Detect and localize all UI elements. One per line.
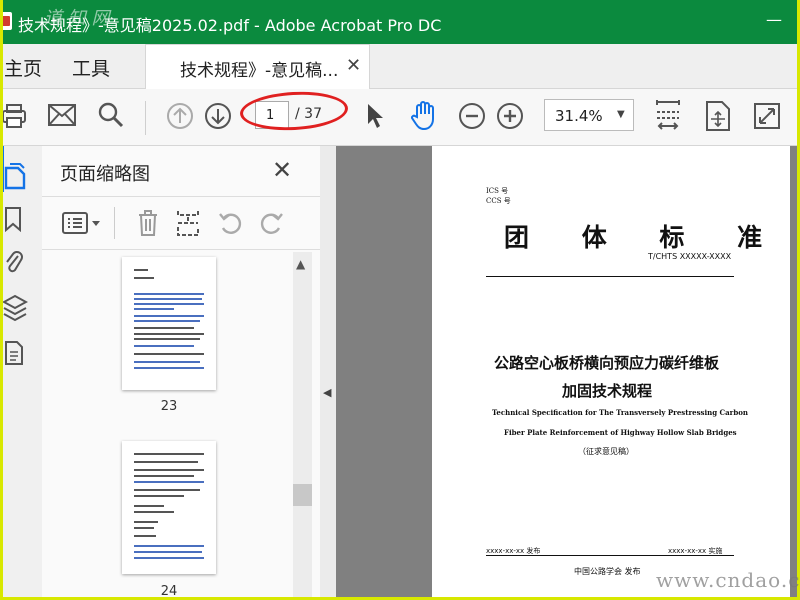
document-page: ICS 号 CCS 号 团 体 标 准 T/CHTS XXXXX-XXXX 公路… <box>432 146 790 600</box>
draft-label: （征求意见稿） <box>578 447 634 456</box>
frame-border-left <box>0 0 3 600</box>
zoom-in-icon[interactable] <box>496 102 524 130</box>
ics-number: ICS 号 <box>486 187 509 195</box>
page-thumbnail[interactable] <box>122 257 216 390</box>
standard-code: T/CHTS XXXXX-XXXX <box>648 252 732 261</box>
zoom-out-icon[interactable] <box>458 102 486 130</box>
fullscreen-icon[interactable] <box>754 103 780 129</box>
panel-toolbar <box>42 196 320 250</box>
doc-en-title-line1: Technical Specification for The Transver… <box>492 408 748 417</box>
attachment-icon[interactable] <box>4 248 24 280</box>
scroll-up-icon[interactable]: ▲ <box>296 257 305 271</box>
heading-rule <box>486 276 734 277</box>
page-thumbnail[interactable] <box>122 441 216 574</box>
navigation-rail <box>0 146 43 600</box>
footer-rule <box>486 555 734 556</box>
chevron-down-icon: ▼ <box>617 109 625 120</box>
menu-tools[interactable]: 工具 <box>72 54 110 81</box>
page-thumbnail-number: 23 <box>160 399 178 414</box>
publisher: 中国公路学会 发布 <box>574 567 641 576</box>
search-icon[interactable] <box>98 102 124 128</box>
document-tab[interactable]: 技术规程》-意见稿... ✕ <box>145 44 370 89</box>
panel-scrollbar[interactable] <box>293 252 312 600</box>
zoom-value: 31.4% <box>555 107 603 125</box>
bookmark-icon[interactable] <box>4 206 22 236</box>
collapse-arrow-icon: ◀ <box>323 386 332 399</box>
panel-close-icon[interactable]: ✕ <box>272 156 292 184</box>
page-thumbnails-icon[interactable] <box>4 162 26 194</box>
zoom-select[interactable]: 31.4% ▼ <box>544 99 634 131</box>
panel-title: 页面缩略图 <box>60 164 150 185</box>
document-properties-icon[interactable] <box>4 340 24 370</box>
toolbar <box>0 89 800 146</box>
menu-home[interactable]: 主页 <box>4 54 42 81</box>
layers-icon[interactable] <box>1 294 29 326</box>
standard-heading: 团 体 标 准 <box>504 223 785 252</box>
toolbar-separator <box>145 101 146 135</box>
doc-title-line2: 加固技术规程 <box>562 382 653 400</box>
page-down-icon[interactable] <box>204 102 232 130</box>
panel-toolbar-separator <box>114 207 115 239</box>
fit-page-icon[interactable] <box>654 98 682 132</box>
menu-row: 主页 工具 <box>0 44 800 89</box>
doc-en-title-line2: Fiber Plate Reinforcement of Highway Hol… <box>504 428 737 437</box>
watermark-bottom: www.cndao.com <box>656 568 800 592</box>
minimize-button[interactable]: — <box>766 10 782 29</box>
extract-icon[interactable] <box>176 209 200 241</box>
doc-title-line1: 公路空心板桥横向预应力碳纤维板 <box>494 354 720 372</box>
mail-icon[interactable] <box>48 104 76 126</box>
rotate-right-icon[interactable] <box>258 210 284 240</box>
hand-tool-icon[interactable] <box>408 99 440 131</box>
delete-icon[interactable] <box>136 209 160 241</box>
select-cursor-icon[interactable] <box>366 102 386 130</box>
document-tab-label: 技术规程》-意见稿... <box>180 61 339 81</box>
ccs-number: CCS 号 <box>486 197 511 205</box>
close-tab-icon[interactable]: ✕ <box>346 55 361 76</box>
options-icon[interactable] <box>62 211 102 239</box>
rotate-icon[interactable] <box>704 100 732 132</box>
rotate-left-icon[interactable] <box>218 210 244 240</box>
panel-collapse-handle[interactable]: ◀ <box>320 146 336 600</box>
print-icon[interactable] <box>2 103 28 129</box>
watermark-top: 道 知 网 <box>44 8 110 29</box>
title-bar: 技术规程》-意见稿2025.02.pdf - Adobe Acrobat Pro… <box>0 0 800 44</box>
page-up-icon[interactable] <box>166 102 194 130</box>
panel-scroll-thumb[interactable] <box>293 484 312 506</box>
